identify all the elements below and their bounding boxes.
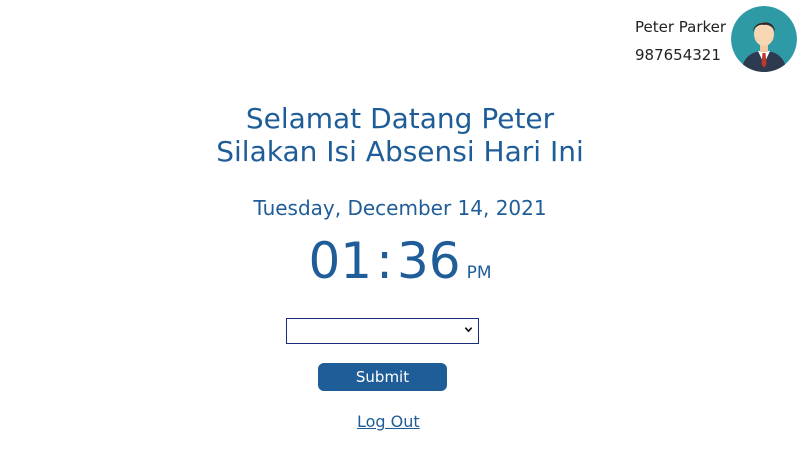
clock-hour: 01 [308, 232, 373, 290]
submit-button[interactable]: Submit [318, 363, 447, 391]
current-date: Tuesday, December 14, 2021 [253, 196, 547, 220]
greeting-line-2: Silakan Isi Absensi Hari Ini [216, 135, 584, 168]
user-profile: Peter Parker 987654321 [610, 6, 800, 80]
clock: 01:36 PM [0, 232, 800, 292]
attendance-select[interactable] [286, 318, 479, 344]
avatar-person-icon [731, 6, 797, 72]
logout-link[interactable]: Log Out [357, 412, 420, 431]
greeting: Selamat Datang Peter Silakan Isi Absensi… [0, 102, 800, 168]
chevron-down-icon [464, 327, 473, 333]
clock-separator: : [376, 232, 393, 290]
avatar[interactable] [731, 6, 797, 72]
clock-ampm: PM [466, 263, 492, 283]
user-phone: 987654321 [635, 46, 721, 64]
greeting-line-1: Selamat Datang Peter [245, 102, 555, 135]
user-name: Peter Parker [635, 18, 727, 36]
page: Peter Parker 987654321 Selamat Datang Pe… [0, 0, 800, 463]
clock-minute: 36 [396, 232, 461, 290]
